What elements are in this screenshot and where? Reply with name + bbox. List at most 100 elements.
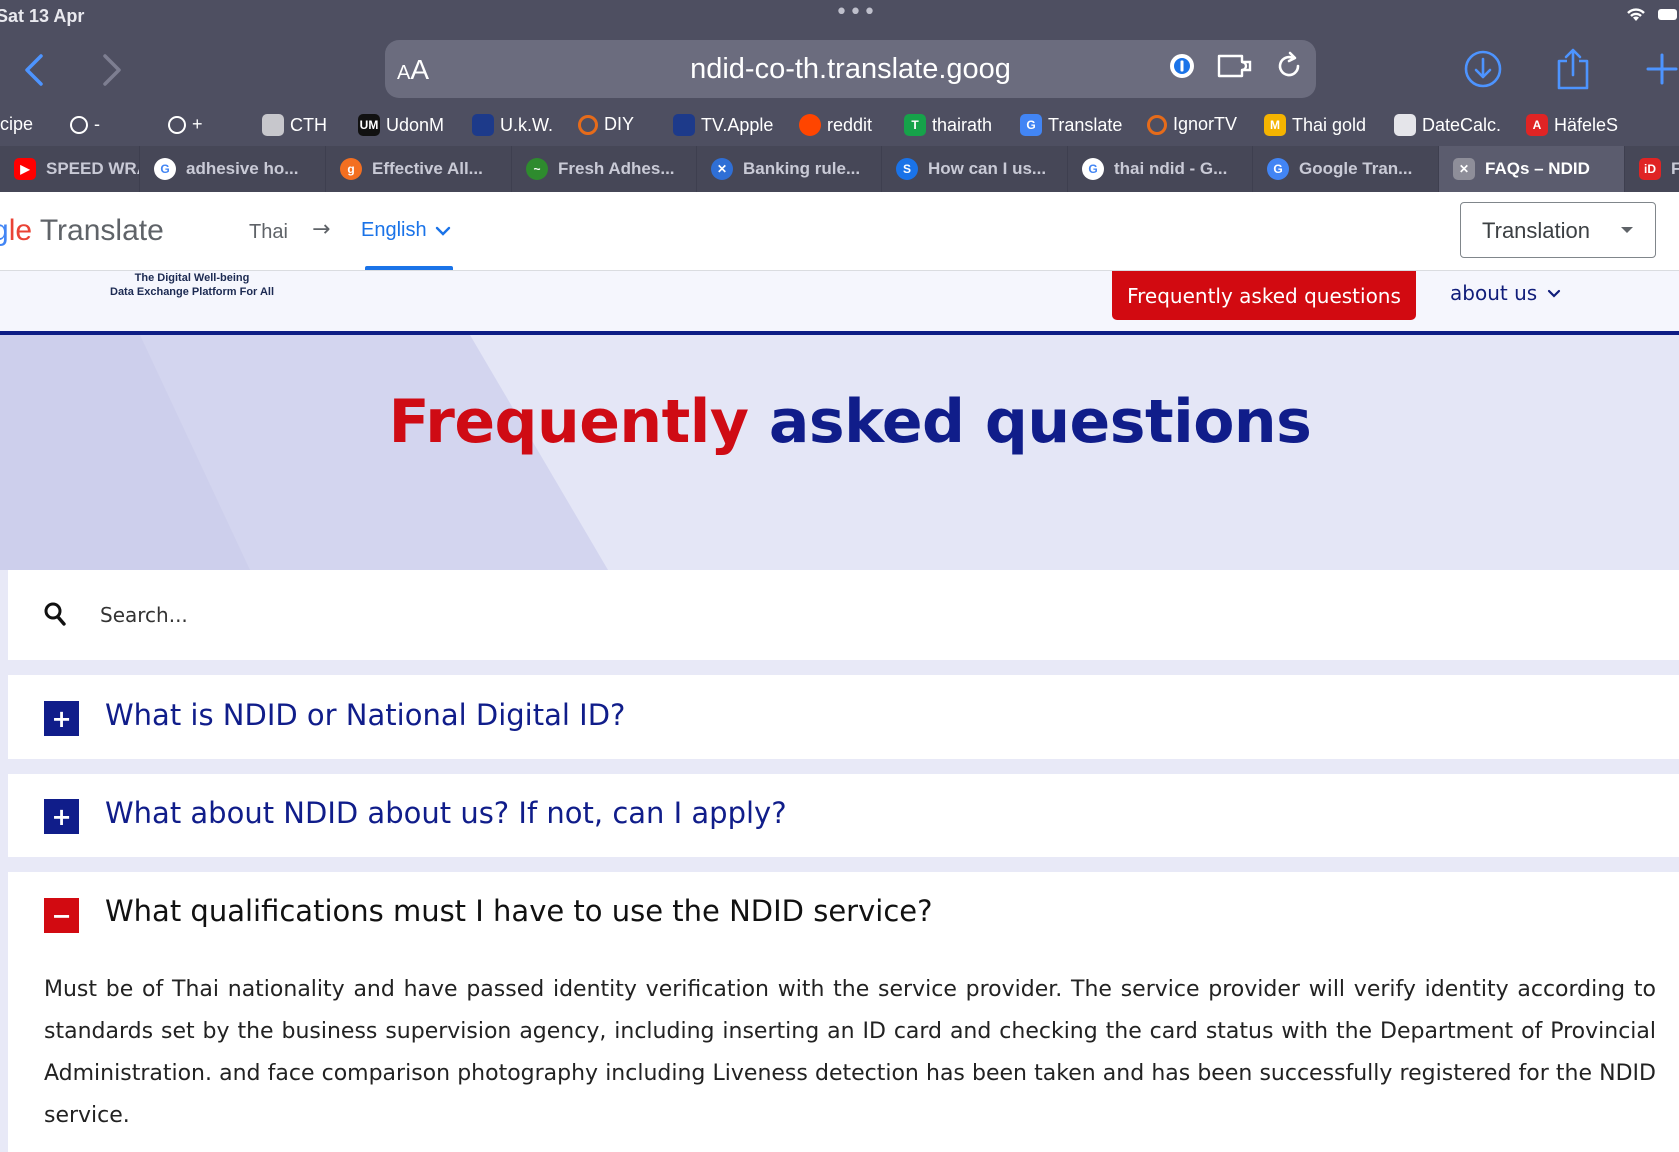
chevron-down-icon [1548,289,1561,298]
bookmark-item[interactable]: reddit [799,114,872,136]
chevron-left-icon [25,54,43,86]
bookmark-item[interactable]: M Thai gold [1264,114,1366,136]
bookmark-item[interactable]: Tthairath [904,114,992,136]
browser-tab[interactable]: Gthai ndid - G... [1068,146,1253,192]
extension-icon[interactable] [1216,51,1254,81]
thairath-icon: T [904,114,926,136]
chevron-down-icon [435,226,450,236]
active-language-underline [365,266,453,270]
expand-icon[interactable]: + [44,799,79,834]
bookmark-label: Translate [1048,114,1123,135]
status-bar: Sat 13 Apr ••• [0,0,1679,34]
new-tab-button[interactable] [1637,44,1679,94]
tab-label: SPEED WRA [46,159,140,178]
bookmark-label: UdonM [386,114,445,135]
bookmark-label: ecipe [0,114,34,134]
bookmark-item[interactable]: + [168,114,203,135]
wifi-icon [1627,8,1645,21]
browser-tab[interactable]: g Effective All... [326,146,512,192]
back-button[interactable] [12,48,56,92]
faq-item[interactable]: + What is NDID or National Digital ID? [8,675,1679,759]
tab-label: Fresh Adhes... [558,159,675,178]
reader-options-button[interactable]: AA [397,54,429,86]
search-icon [44,602,66,626]
fresh-icon: ~ [526,158,548,180]
password-manager-icon[interactable] [1168,52,1196,80]
globe-icon [70,115,88,134]
share-button[interactable] [1548,44,1598,94]
search-input[interactable] [100,595,1500,635]
expand-icon[interactable]: + [44,701,79,736]
faq-question[interactable]: What qualifications must I have to use t… [105,894,933,928]
bookmark-item[interactable]: UM UdonM [358,114,444,136]
downloads-button[interactable] [1458,44,1508,94]
bookmark-label: DateCalc. [1422,114,1502,135]
datecalc-icon [1394,114,1416,136]
faq-question[interactable]: What about NDID about us? If not, can I … [105,796,787,830]
share-icon [1557,48,1589,90]
reddit-icon [799,114,821,136]
bookmark-label: - [94,114,100,134]
skype-icon: S [896,158,918,180]
bookmark-item[interactable]: DateCalc. [1394,114,1501,136]
browser-tab[interactable]: iD F [1625,146,1679,192]
nav-about-us[interactable]: about us [1450,281,1561,305]
bookmark-item[interactable]: IgnorTV [1147,114,1237,135]
faq-search [8,570,1679,660]
tab-label: thai ndid - G... [1114,159,1228,178]
um-icon: UM [358,114,380,136]
address-bar[interactable]: AA ndid-co-th.translate.goog [385,40,1316,98]
hero-banner: Frequently asked questions [0,335,1679,570]
chevron-right-icon [103,54,121,86]
forward-button[interactable] [90,48,134,92]
battery-icon [1658,9,1677,20]
browser-tab[interactable]: ~ Fresh Adhes... [512,146,697,192]
bookmark-item[interactable]: G Translate [1020,114,1122,136]
bookmark-label: DIY [604,114,635,134]
bookmark-label: thairath [932,114,993,135]
tab-label: Google Tran... [1299,159,1413,178]
globe-icon [168,115,186,134]
browser-tab[interactable]: ✕ Banking rule... [697,146,882,192]
bookmark-item[interactable]: TV.Apple [673,114,773,136]
bookmark-item[interactable]: - [70,114,100,135]
bookmark-item[interactable]: A HäfeleS [1526,114,1618,136]
browser-tab[interactable]: Gadhesive ho... [140,146,326,192]
nav-faq-button[interactable]: Frequently asked questions [1112,271,1416,320]
faq-item[interactable]: + What about NDID about us? If not, can … [8,774,1679,857]
uk-flag-icon [472,114,494,136]
bookmark-label: TV.Apple [701,114,774,135]
faq-question[interactable]: What is NDID or National Digital ID? [105,698,625,732]
bookmark-item[interactable]: U.k.W. [472,114,553,136]
browser-tab[interactable]: ✕ FAQs – NDID [1439,146,1625,192]
tab-bar: ▶ SPEED WRA Gadhesive ho... g Effective All.… [0,146,1679,192]
bookmark-label: Thai gold [1292,114,1367,135]
bookmark-item[interactable]: ecipe [0,114,33,135]
multitasking-dots-icon[interactable]: ••• [835,0,877,25]
reload-icon[interactable] [1274,51,1304,81]
youtube-icon: ▶ [14,158,36,180]
source-language[interactable]: Thai [249,221,288,244]
tab-label: FAQs – NDID [1485,159,1590,178]
faq-answer: Must be of Thai nationality and have pas… [44,977,1656,1128]
google-icon: G [154,158,176,180]
browser-chrome: Sat 13 Apr ••• AA ndid-co-th.translate.g… [0,0,1679,192]
bookmarks-bar: ecipe - + CTH UM UdonM U.k.W. DIY TV.Apple reddit… [0,108,1679,144]
translation-mode-select[interactable]: Translation [1460,202,1656,258]
google-translate-logo[interactable]: gle Translate [0,214,164,248]
hafele-icon: A [1526,114,1548,136]
browser-tab[interactable]: G Google Tran... [1253,146,1439,192]
gsk-icon: g [340,158,362,180]
site-tagline: The Digital Well-being Data Exchange Pla… [110,272,275,298]
faq-item-expanded[interactable]: − What qualifications must I have to use… [8,872,1679,1152]
bookmark-item[interactable]: CTH [262,114,327,136]
close-icon[interactable]: ✕ [1453,158,1475,180]
bookmark-item[interactable]: DIY [578,114,634,135]
browser-tab[interactable]: S How can I us... [882,146,1068,192]
browser-tab[interactable]: ▶ SPEED WRA [0,146,140,192]
target-language-dropdown[interactable]: English [361,219,451,242]
bookmark-label: CTH [290,114,327,135]
tab-label: How can I us... [928,159,1047,178]
ring-icon [1147,114,1167,135]
collapse-icon[interactable]: − [44,898,79,933]
